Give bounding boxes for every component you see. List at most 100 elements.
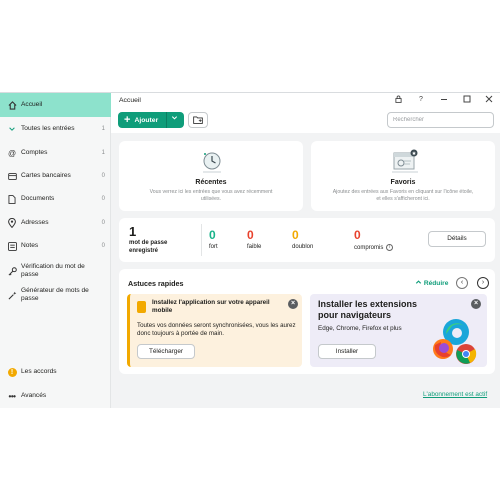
sidebar-item-label: Documents: [21, 195, 55, 202]
sidebar-item-label: Notes: [21, 242, 39, 249]
search-input[interactable]: [387, 112, 494, 128]
tip-mobile-app: Installez l'application sur votre appare…: [127, 294, 302, 367]
sidebar-item-count: 0: [101, 196, 105, 202]
sidebar-item-label: Cartes bancaires: [21, 172, 71, 179]
maximize-icon[interactable]: [461, 95, 473, 105]
stat-duplicate-value: 0: [292, 228, 299, 242]
chevron-left-icon: ‹: [460, 279, 464, 286]
sidebar-item-count: 0: [101, 220, 105, 226]
key-icon: [5, 266, 19, 276]
notes-icon: [5, 241, 19, 251]
download-button[interactable]: Télécharger: [137, 344, 195, 359]
sidebar-item-label: Accueil: [21, 101, 43, 108]
toolbar: + Ajouter: [111, 109, 500, 133]
recent-title: Récentes: [195, 179, 227, 186]
location-pin-icon: [5, 218, 19, 228]
at-icon: @: [7, 148, 17, 158]
sidebar-item-count: 1: [101, 126, 105, 132]
browser-logos-icon: [430, 312, 486, 367]
stat-weak[interactable]: 0 faible: [247, 228, 261, 250]
recent-card[interactable]: Récentes Vous verrez ici les entrées que…: [119, 141, 303, 211]
stat-compromised-label: compromis: [354, 244, 384, 251]
stat-duplicate-label: doublon: [292, 244, 314, 250]
close-icon[interactable]: ×: [471, 299, 481, 309]
chevron-down-icon: [5, 125, 19, 133]
tip-browser-extensions: Installer les extensions pour navigateur…: [310, 294, 487, 367]
sidebar-item-documents[interactable]: Documents 0: [0, 189, 111, 209]
document-icon: [5, 194, 19, 204]
install-button[interactable]: Installer: [318, 344, 376, 359]
sidebar-item-label: Adresses: [21, 219, 49, 226]
minimize-icon[interactable]: [438, 95, 450, 105]
subscription-status-link[interactable]: L'abonnement est actif: [423, 391, 487, 398]
sidebar-item-label: Toutes les entrées: [21, 125, 75, 132]
quick-tips-title: Astuces rapides: [128, 279, 184, 288]
clock-icon: [201, 149, 223, 180]
stat-compromised-row: compromis i: [354, 244, 394, 251]
favorites-title: Favoris: [390, 179, 416, 186]
prev-tip-button[interactable]: ‹: [456, 277, 468, 289]
sidebar-item-password-check[interactable]: Vérification du mot de passe: [0, 261, 111, 281]
chevron-up-icon: [415, 280, 424, 287]
stat-strong-value: 0: [209, 228, 216, 242]
sidebar-item-label: Vérification du mot de passe: [21, 263, 85, 278]
close-icon[interactable]: ×: [288, 299, 298, 309]
sidebar-item-count: 0: [101, 243, 105, 249]
main-content: Accueil ? + Ajouter Rechercher Récentes …: [111, 93, 500, 408]
stat-compromised-value: 0: [354, 228, 361, 242]
favorites-illustration-icon: [391, 147, 419, 180]
details-button[interactable]: Détails: [428, 231, 486, 247]
favorites-card[interactable]: Favoris Ajoutez des entrées aux Favoris …: [311, 141, 495, 211]
next-tip-button[interactable]: ›: [477, 277, 489, 289]
page-title: Accueil: [119, 97, 141, 104]
credit-card-icon: [5, 172, 19, 180]
plus-icon: +: [124, 114, 131, 126]
sidebar-item-password-generator[interactable]: Générateur de mots de passe: [0, 285, 111, 305]
stat-duplicate[interactable]: 0 doublon: [292, 228, 313, 250]
mobile-phone-icon: [137, 301, 146, 313]
warning-icon: !: [5, 367, 19, 377]
favorites-description: Ajoutez des entrées aux Favoris en cliqu…: [332, 189, 474, 202]
tip-browser-description: Edge, Chrome, Firefox et plus: [318, 325, 402, 332]
folder-add-icon: [193, 111, 203, 129]
divider: [166, 112, 167, 128]
chevron-down-icon[interactable]: [171, 114, 178, 123]
sidebar-item-label: Comptes: [21, 149, 48, 156]
add-button[interactable]: + Ajouter: [118, 112, 184, 128]
reduce-label: Réduire: [423, 280, 449, 287]
new-folder-button[interactable]: [188, 112, 208, 128]
title-bar: Accueil ?: [111, 93, 500, 109]
chevron-right-icon: ›: [481, 279, 485, 286]
sidebar-item-home[interactable]: Accueil: [0, 93, 111, 117]
tip-mobile-description: Toutes vos données seront synchronisées,…: [137, 322, 296, 337]
sidebar-item-label: Les accords: [21, 368, 57, 375]
sidebar-item-label: Générateur de mots de passe: [21, 287, 89, 302]
info-icon[interactable]: i: [386, 244, 394, 251]
sidebar-item-all-entries[interactable]: Toutes les entrées 1: [0, 119, 111, 139]
sidebar-item-agreements[interactable]: ! Les accords: [0, 363, 111, 381]
total-passwords-value: 1: [129, 224, 137, 239]
stat-weak-label: faible: [247, 244, 262, 250]
app-window: Accueil Toutes les entrées 1 @ Comptes 1…: [0, 92, 500, 408]
tip-browser-title: Installer les extensions pour navigateur…: [318, 299, 418, 320]
stat-compromised[interactable]: 0 compromis i: [354, 228, 394, 251]
sidebar-item-accounts[interactable]: @ Comptes 1: [0, 143, 111, 163]
sidebar-item-count: 0: [101, 173, 105, 179]
sidebar-item-bank-cards[interactable]: Cartes bancaires 0: [0, 166, 111, 186]
sidebar-item-addresses[interactable]: Adresses 0: [0, 213, 111, 233]
recent-description: Vous verrez ici les entrées que vous ave…: [149, 189, 273, 202]
stat-strong-label: fort: [209, 244, 218, 250]
stat-strong[interactable]: 0 fort: [209, 228, 218, 250]
help-icon[interactable]: ?: [415, 96, 427, 103]
magic-wand-icon: [5, 291, 19, 300]
sidebar-item-advanced[interactable]: ••• Avancés: [0, 387, 111, 405]
reduce-toggle[interactable]: Réduire: [415, 279, 448, 287]
more-dots-icon: •••: [8, 391, 16, 401]
sidebar: Accueil Toutes les entrées 1 @ Comptes 1…: [0, 93, 111, 408]
lock-icon[interactable]: [392, 95, 404, 105]
total-passwords-label: mot de passe enregistré: [129, 240, 168, 254]
close-icon[interactable]: [483, 95, 495, 105]
home-icon: [5, 100, 19, 110]
divider: [201, 224, 202, 256]
sidebar-item-notes[interactable]: Notes 0: [0, 236, 111, 256]
